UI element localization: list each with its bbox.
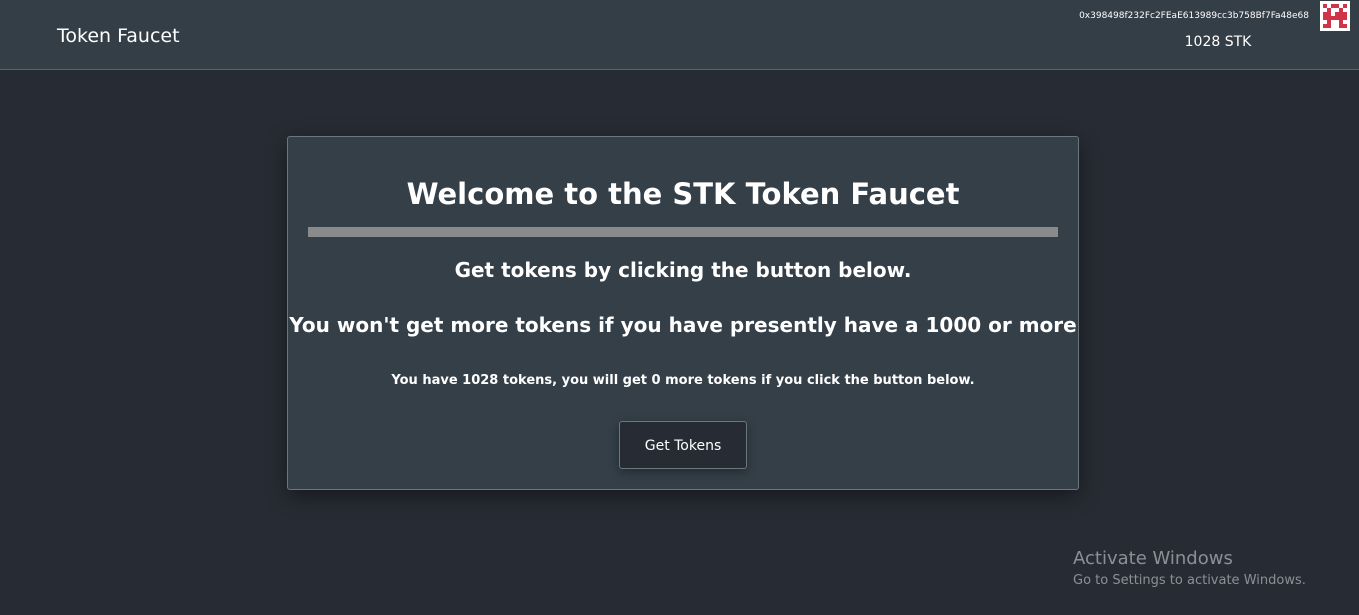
get-tokens-button[interactable]: Get Tokens <box>619 421 747 469</box>
top-navbar: Token Faucet 0x398498f232Fc2FEaE613989cc… <box>0 0 1359 70</box>
watermark-subtitle: Go to Settings to activate Windows. <box>1073 573 1306 588</box>
card-title: Welcome to the STK Token Faucet <box>406 177 960 211</box>
token-status-text: You have 1028 tokens, you will get 0 mor… <box>391 373 975 388</box>
identicon-avatar <box>1320 1 1350 31</box>
watermark-title: Activate Windows <box>1073 548 1233 569</box>
brand-title[interactable]: Token Faucet <box>57 24 180 48</box>
account-address: 0x398498f232Fc2FEaE613989cc3b758Bf7Fa48e… <box>1079 11 1309 21</box>
token-balance: 1028 STK <box>1184 34 1252 50</box>
activate-windows-watermark: Activate Windows Go to Settings to activ… <box>1073 548 1306 590</box>
limit-notice-text: You won't get more tokens if you have pr… <box>289 313 1077 337</box>
faucet-card: Welcome to the STK Token Faucet Get toke… <box>287 136 1079 490</box>
identicon-icon <box>1320 1 1350 31</box>
title-divider <box>308 227 1058 237</box>
instruction-text: Get tokens by clicking the button below. <box>454 258 912 282</box>
